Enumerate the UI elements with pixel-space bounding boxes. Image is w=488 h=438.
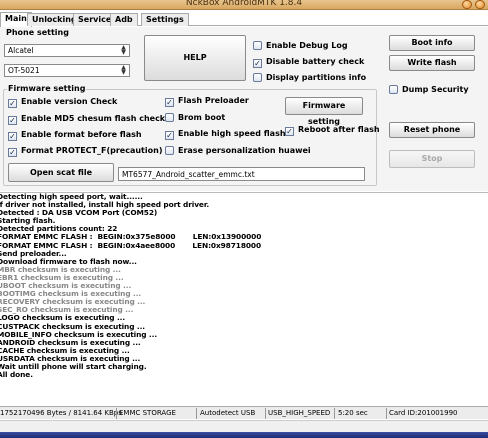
enable-md5-label: Enable MD5 chesum flash check [21, 114, 166, 123]
model-value: OT-5021 [8, 66, 40, 75]
checkbox-icon[interactable] [165, 113, 174, 122]
tab-bar: Main Unlocking Service Adb Settings [0, 12, 488, 27]
status-speed: USB_HIGH_SPEED [268, 409, 331, 417]
status-bytes: 1752170496 Bytes / 8141.64 KBps [0, 409, 122, 417]
format-protect-option[interactable]: ✓ Format PROTECT_F(precaution) [8, 146, 162, 157]
help-button[interactable]: HELP [144, 35, 246, 81]
open-scat-file-button[interactable]: Open scat file [8, 163, 114, 182]
checkbox-checked-icon[interactable]: ✓ [285, 127, 294, 136]
status-separator [334, 408, 335, 419]
flash-preloader-label: Flash Preloader [178, 96, 249, 105]
main-panel: Phone setting Alcatel ▲ ▼ OT-5021 ▲ ▼ HELP… [0, 27, 488, 191]
window-title: NckBox AndroidMTK 1.8.4 [185, 0, 303, 8]
spinner-icon: ▲ ▼ [121, 64, 126, 76]
status-time: 5:20 sec [338, 409, 368, 417]
checkbox-icon[interactable] [253, 73, 262, 82]
enable-debug-log-option[interactable]: Enable Debug Log [253, 41, 348, 52]
status-separator [386, 408, 387, 419]
display-partitions-info-label: Display partitions info [266, 73, 367, 82]
enable-high-speed-option[interactable]: ✓ Enable high speed flash [165, 129, 286, 140]
boot-info-button[interactable]: Boot info [389, 35, 475, 51]
checkbox-checked-icon[interactable]: ✓ [253, 59, 262, 68]
stop-button[interactable]: Stop [389, 150, 475, 168]
checkbox-icon[interactable] [253, 41, 262, 50]
write-flash-button[interactable]: Write flash [389, 55, 475, 71]
model-select[interactable]: OT-5021 ▲ ▼ [4, 64, 130, 77]
enable-version-check-option[interactable]: ✓ Enable version Check [8, 97, 117, 108]
tab-settings[interactable]: Settings [141, 13, 189, 26]
checkbox-icon[interactable] [165, 146, 174, 155]
status-bar: 1752170496 Bytes / 8141.64 KBps EMMC STO… [0, 406, 488, 419]
checkbox-checked-icon[interactable]: ✓ [8, 99, 17, 108]
tab-adb[interactable]: Adb [110, 13, 138, 26]
log-line: All done. [0, 370, 33, 380]
enable-high-speed-label: Enable high speed flash [178, 129, 286, 138]
enable-version-check-label: Enable version Check [21, 97, 118, 106]
phone-setting-title: Phone setting [6, 28, 69, 37]
checkbox-icon[interactable] [389, 85, 398, 94]
brand-value: Alcatel [8, 46, 34, 55]
firmware-setting-title: Firmware setting [7, 84, 87, 93]
format-protect-label: Format PROTECT_F(precaution) [21, 146, 163, 155]
firmware-setting-button[interactable]: Firmware setting [285, 97, 363, 126]
brand-select[interactable]: Alcatel ▲ ▼ [4, 44, 130, 57]
progress-strip [0, 420, 488, 432]
disable-battery-check-label: Disable battery check [266, 57, 365, 66]
reboot-after-flash-option[interactable]: ✓ Reboot after flash [285, 125, 380, 136]
log-output[interactable]: Detecting high speed port, wait...... If … [0, 192, 488, 406]
checkbox-checked-icon[interactable]: ✓ [165, 98, 174, 107]
disable-battery-check-option[interactable]: ✓ Disable battery check [253, 57, 364, 68]
flash-preloader-option[interactable]: ✓ Flash Preloader [165, 96, 249, 107]
enable-format-label: Enable format before flash [21, 130, 142, 139]
log-line: FORMAT EMMC FLASH : BEGIN:0x4aee8000 LEN… [0, 240, 261, 250]
taskbar [0, 432, 488, 438]
reboot-after-flash-label: Reboot after flash [298, 125, 380, 134]
status-separator [116, 408, 117, 419]
status-storage: EMMC STORAGE [119, 409, 176, 417]
dump-security-label: Dump Security [402, 85, 469, 94]
status-separator [196, 408, 197, 419]
status-card-id: Card ID:201001990 [389, 409, 458, 417]
dump-security-option[interactable]: Dump Security [389, 85, 469, 96]
brom-boot-option[interactable]: Brom boot [165, 113, 225, 124]
checkbox-checked-icon[interactable]: ✓ [165, 131, 174, 140]
status-detect: Autodetect USB [200, 409, 256, 417]
spinner-icon: ▲ ▼ [121, 44, 126, 56]
erase-personalization-option[interactable]: Erase personalization huawei [165, 146, 311, 157]
reset-phone-button[interactable]: Reset phone [389, 122, 475, 138]
checkbox-checked-icon[interactable]: ✓ [8, 116, 17, 125]
checkbox-checked-icon[interactable]: ✓ [8, 148, 17, 157]
enable-md5-option[interactable]: ✓ Enable MD5 chesum flash check [8, 114, 165, 125]
display-partitions-info-option[interactable]: Display partitions info [253, 73, 366, 84]
enable-debug-log-label: Enable Debug Log [266, 41, 348, 50]
log-line: Wait untill phone will start charging. [0, 361, 147, 371]
status-separator [265, 408, 266, 419]
enable-format-option[interactable]: ✓ Enable format before flash [8, 130, 142, 141]
close-button[interactable] [475, 0, 485, 9]
brom-boot-label: Brom boot [178, 113, 226, 122]
minimize-button[interactable] [462, 0, 472, 9]
checkbox-checked-icon[interactable]: ✓ [8, 132, 17, 141]
erase-personalization-label: Erase personalization huawei [178, 146, 311, 155]
title-bar: NckBox AndroidMTK 1.8.4 [0, 0, 488, 10]
log-line: Detected : DA USB VCOM Port (COM52) [0, 208, 158, 218]
scatter-file-path[interactable]: MT6577_Android_scatter_emmc.txt [118, 167, 365, 181]
